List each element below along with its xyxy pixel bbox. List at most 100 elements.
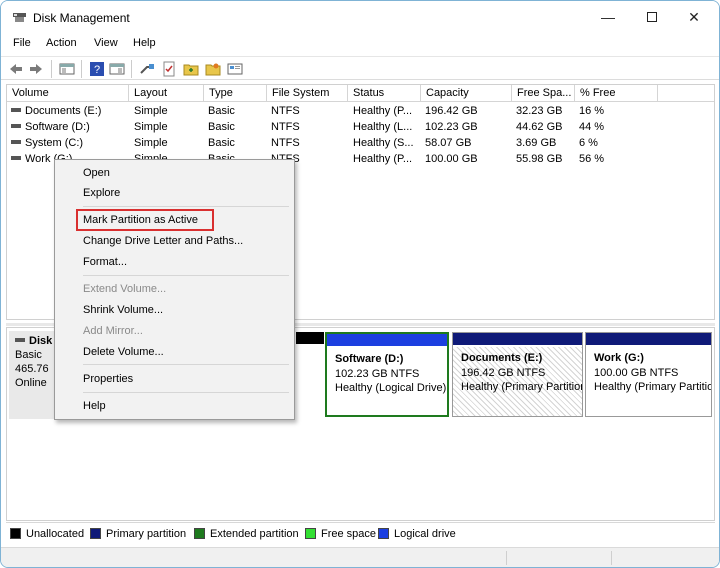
menu-item-delete-volume[interactable]: Delete Volume... [83,344,164,360]
menu-item-format[interactable]: Format... [83,254,127,270]
maximize-button[interactable] [637,7,667,27]
legend-swatch [305,528,316,539]
free-space-cell: 55.98 GB [516,153,563,165]
legend-label: Extended partition [210,528,299,540]
type-cell: Basic [208,137,235,149]
column-header-layout[interactable]: Layout [129,85,204,102]
partition-work[interactable]: Work (G:) 100.00 GB NTFS Healthy (Primar… [585,332,712,417]
drive-icon [11,108,21,113]
drive-icon [11,124,21,129]
minimize-button[interactable]: — [593,7,623,27]
legend-swatch [10,528,21,539]
context-menu: Open Explore Mark Partition as Active Ch… [54,159,295,420]
drive-icon [11,140,21,145]
partition-software[interactable]: Software (D:) 102.23 GB NTFS Healthy (Lo… [325,332,449,417]
volume-name: Software (D:) [25,121,90,133]
percent-free-cell: 56 % [579,153,605,165]
disk-size: 465.76 [15,363,49,375]
legend-label: Primary partition [106,528,187,540]
folder-icon[interactable] [183,61,199,77]
window-icon[interactable] [227,61,243,77]
disk-state: Online [15,377,47,389]
partition-bar [453,333,582,345]
status-cell: Healthy (P... [353,153,413,165]
window-title: Disk Management [33,11,130,25]
legend-item: Extended partition [194,528,299,540]
checklist-icon[interactable] [161,61,177,77]
capacity-cell: 100.00 GB [425,153,478,165]
column-header-filesystem[interactable]: File System [267,85,348,102]
volume-name: Documents (E:) [25,105,102,117]
table-row[interactable]: Documents (E:) Simple Basic NTFS Healthy… [7,103,714,119]
type-cell: Basic [208,121,235,133]
column-header-type[interactable]: Type [204,85,267,102]
help-icon[interactable]: ? [89,61,105,77]
table-row[interactable]: System (C:) Simple Basic NTFS Healthy (S… [7,135,714,151]
volume-name: System (C:) [25,137,84,149]
capacity-cell: 196.42 GB [425,105,478,117]
filesystem-cell: NTFS [271,121,300,133]
type-cell: Basic [208,105,235,117]
legend-item: Unallocated [10,528,84,540]
menu-view[interactable]: View [94,37,118,49]
svg-text:?: ? [94,64,100,76]
menu-item-open[interactable]: Open [83,165,110,181]
toolbar: ? [1,56,719,80]
menu-item-shrink-volume[interactable]: Shrink Volume... [83,302,163,318]
free-space-cell: 3.69 GB [516,137,557,149]
menu-bar: File Action View Help [1,34,719,54]
disk-type: Basic [15,349,42,361]
partition-name: Documents (E:) [461,352,543,364]
column-header-free-space[interactable]: Free Spa... [512,85,575,102]
partition-size: 102.23 GB NTFS [335,367,420,380]
menu-item-extend-volume: Extend Volume... [83,283,167,295]
status-cell: Healthy (L... [353,121,413,133]
partition-bar [327,334,447,346]
menu-item-explore[interactable]: Explore [83,185,120,201]
menu-file[interactable]: File [13,37,31,49]
column-header-status[interactable]: Status [348,85,421,102]
column-header-capacity[interactable]: Capacity [421,85,512,102]
disk-info-panel[interactable]: Disk Basic 465.76 Online [9,331,59,419]
close-button[interactable]: ✕ [679,7,709,27]
partition-status: Healthy (Primary Partition) [461,381,582,393]
menu-item-help[interactable]: Help [83,398,106,414]
partition-size: 196.42 GB NTFS [461,366,546,379]
console-tree-icon[interactable] [59,61,75,77]
free-space-cell: 32.23 GB [516,105,563,117]
back-arrow-icon[interactable] [8,61,24,77]
menu-action[interactable]: Action [46,37,77,49]
column-header-percent-free[interactable]: % Free [575,85,658,102]
unallocated-segment[interactable] [296,332,324,344]
partition-status: Healthy (Logical Drive) [335,382,447,394]
layout-cell: Simple [134,105,168,117]
legend-swatch [378,528,389,539]
disk-label: Disk [29,335,53,347]
percent-free-cell: 6 % [579,137,598,149]
connect-icon[interactable] [139,61,155,77]
forward-arrow-icon[interactable] [28,61,44,77]
column-header-volume[interactable]: Volume [7,85,129,102]
maximize-icon [647,12,657,22]
legend-label: Unallocated [26,528,85,540]
legend-swatch [194,528,205,539]
capacity-cell: 58.07 GB [425,137,472,149]
partition-documents[interactable]: Documents (E:) 196.42 GB NTFS Healthy (P… [452,332,583,417]
free-space-cell: 44.62 GB [516,121,563,133]
menu-item-add-mirror: Add Mirror... [83,325,143,337]
menu-item-mark-partition-active[interactable]: Mark Partition as Active [83,212,198,228]
menu-item-properties[interactable]: Properties [83,371,133,387]
menu-help[interactable]: Help [133,37,156,49]
percent-free-cell: 16 % [579,105,605,117]
menu-item-change-drive-letter[interactable]: Change Drive Letter and Paths... [83,233,243,249]
folder-star-icon[interactable] [205,61,221,77]
disk-icon [15,338,25,343]
title-bar: Disk Management — ✕ [1,1,719,33]
legend: Unallocated Primary partition Extended p… [6,522,715,544]
filesystem-cell: NTFS [271,105,300,117]
partition-name: Software (D:) [335,353,404,365]
table-row[interactable]: Software (D:) Simple Basic NTFS Healthy … [7,119,714,135]
show-hide-icon[interactable] [109,61,125,77]
status-cell: Healthy (P... [353,105,413,117]
legend-item: Primary partition [90,528,186,540]
